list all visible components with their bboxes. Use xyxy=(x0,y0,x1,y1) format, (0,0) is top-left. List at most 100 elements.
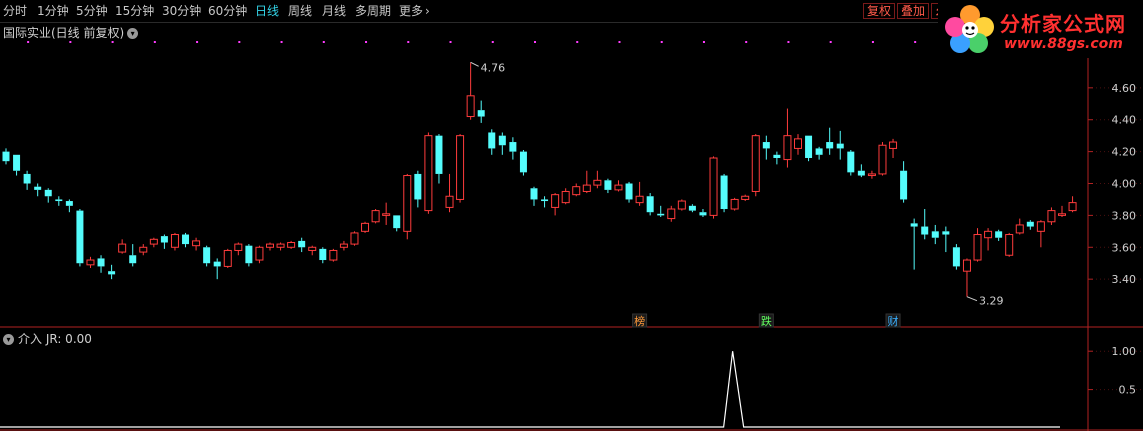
candle-body[interactable] xyxy=(477,110,485,117)
candle-body[interactable] xyxy=(741,195,750,200)
candle-body[interactable] xyxy=(414,173,422,200)
candle-body[interactable] xyxy=(688,205,696,211)
candle-body[interactable] xyxy=(23,173,31,184)
candle-body[interactable] xyxy=(519,151,527,173)
candle-body[interactable] xyxy=(192,240,201,247)
candle-body[interactable] xyxy=(931,231,939,238)
candle-body[interactable] xyxy=(266,243,274,248)
candle-body[interactable] xyxy=(44,189,52,197)
candle-body[interactable] xyxy=(350,232,359,245)
candle-body[interactable] xyxy=(962,259,971,272)
candle-body[interactable] xyxy=(76,210,84,264)
candle-body[interactable] xyxy=(435,135,443,174)
candle-body[interactable] xyxy=(677,200,686,210)
candle-body[interactable] xyxy=(1005,234,1014,256)
candle-body[interactable] xyxy=(794,138,802,149)
candle-body[interactable] xyxy=(1068,202,1077,212)
candle-body[interactable] xyxy=(1015,224,1024,234)
candle-body[interactable] xyxy=(213,261,221,267)
candle-body[interactable] xyxy=(339,243,348,248)
candle-body[interactable] xyxy=(551,194,560,208)
candle-body[interactable] xyxy=(541,199,549,202)
candle-body[interactable] xyxy=(646,196,654,213)
candle-body[interactable] xyxy=(424,135,433,212)
candle-body[interactable] xyxy=(572,186,581,196)
event-marker-label[interactable]: 跌 xyxy=(761,314,772,328)
candle-body[interactable] xyxy=(900,170,908,200)
candle-body[interactable] xyxy=(129,255,137,264)
candle-body[interactable] xyxy=(984,230,993,239)
candle-body[interactable] xyxy=(625,183,633,200)
candle-body[interactable] xyxy=(445,195,454,208)
candle-body[interactable] xyxy=(139,246,148,253)
candle-body[interactable] xyxy=(245,245,253,264)
candle-body[interactable] xyxy=(699,212,707,216)
event-marker-label[interactable]: 财 xyxy=(888,314,899,328)
candle-body[interactable] xyxy=(498,135,506,146)
candle-body[interactable] xyxy=(614,184,623,191)
candle-body[interactable] xyxy=(329,249,338,261)
candle-body[interactable] xyxy=(393,215,401,229)
candle-body[interactable] xyxy=(1026,221,1034,227)
candle-body[interactable] xyxy=(223,249,232,267)
candle-body[interactable] xyxy=(857,170,865,176)
candle-body[interactable] xyxy=(97,258,105,267)
candle-body[interactable] xyxy=(456,135,465,200)
candle-body[interactable] xyxy=(160,236,168,243)
candle-body[interactable] xyxy=(308,246,317,251)
candle-body[interactable] xyxy=(730,198,739,210)
candle-body[interactable] xyxy=(773,154,781,158)
candle-body[interactable] xyxy=(878,144,887,175)
candle-body[interactable] xyxy=(604,180,612,190)
candle-body[interactable] xyxy=(826,142,834,149)
candle-body[interactable] xyxy=(34,186,42,190)
candle-body[interactable] xyxy=(361,222,370,232)
candle-body[interactable] xyxy=(1047,210,1056,223)
candle-body[interactable] xyxy=(582,184,591,192)
candle-body[interactable] xyxy=(108,271,116,275)
kline-chart[interactable]: 3.40 3.60 3.80 4.00 4.20 4.40 4.60 4.76 3.29 榜 跌 财 0… xyxy=(0,0,1143,431)
candle-body[interactable] xyxy=(995,231,1003,238)
candle-body[interactable] xyxy=(783,135,792,161)
candle-body[interactable] xyxy=(952,247,960,267)
candle-body[interactable] xyxy=(973,234,982,261)
candle-body[interactable] xyxy=(635,195,644,204)
candle-body[interactable] xyxy=(118,243,127,253)
candle-body[interactable] xyxy=(805,135,813,158)
candle-body[interactable] xyxy=(709,157,718,216)
candle-body[interactable] xyxy=(720,175,728,210)
candle-body[interactable] xyxy=(509,142,517,152)
candle-body[interactable] xyxy=(2,151,10,162)
candle-body[interactable] xyxy=(847,151,855,173)
candle-body[interactable] xyxy=(234,243,243,251)
candle-body[interactable] xyxy=(815,148,823,155)
event-marker-label[interactable]: 榜 xyxy=(634,314,645,328)
candle-body[interactable] xyxy=(371,210,380,223)
candle-body[interactable] xyxy=(836,143,844,149)
candle-body[interactable] xyxy=(55,199,63,202)
candle-body[interactable] xyxy=(561,190,570,204)
candle-body[interactable] xyxy=(203,247,211,264)
candle-body[interactable] xyxy=(488,132,496,149)
candle-body[interactable] xyxy=(593,179,602,186)
candle-body[interactable] xyxy=(1058,213,1066,216)
candle-body[interactable] xyxy=(319,248,327,261)
candle-body[interactable] xyxy=(149,238,158,245)
candle-body[interactable] xyxy=(382,213,391,216)
candle-body[interactable] xyxy=(403,175,412,232)
candle-body[interactable] xyxy=(182,234,190,245)
candle-body[interactable] xyxy=(1036,221,1045,232)
candle-body[interactable] xyxy=(276,243,285,248)
candle-body[interactable] xyxy=(255,246,264,261)
candle-body[interactable] xyxy=(298,240,306,248)
candle-body[interactable] xyxy=(657,213,665,216)
candle-body[interactable] xyxy=(287,241,296,248)
candle-body[interactable] xyxy=(667,208,676,220)
candle-body[interactable] xyxy=(762,142,770,149)
candle-body[interactable] xyxy=(889,141,898,149)
candle-body[interactable] xyxy=(170,234,179,248)
candle-body[interactable] xyxy=(751,135,760,192)
candle-body[interactable] xyxy=(13,154,21,171)
candle-body[interactable] xyxy=(910,223,918,227)
candle-body[interactable] xyxy=(466,95,475,118)
